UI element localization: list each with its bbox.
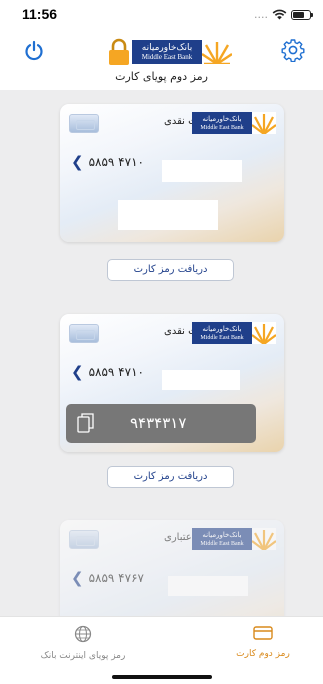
- card-bank-name-en: Middle East Bank: [200, 124, 244, 131]
- card-bank-name-en: Middle East Bank: [200, 334, 244, 341]
- tab-bar: رمز پویای اینترنت بانک رمز دوم کارت: [0, 616, 323, 684]
- card-bank-name-fa: بانک‌خاورمیانه: [202, 324, 242, 333]
- tab-label: رمز پویای اینترنت بانک: [40, 651, 126, 661]
- card-number: ❮ ۵۸۵۹ ۴۷۱۰: [71, 363, 144, 381]
- pin-value: ۹۴۳۴۳۱۷: [130, 414, 187, 432]
- card-bank-logo: بانک‌خاورمیانه Middle East Bank: [192, 322, 276, 344]
- chevron-icon: ❮: [71, 153, 84, 171]
- copy-icon[interactable]: [77, 413, 94, 433]
- card-number-visible: ۵۸۵۹ ۴۷۶۷: [88, 571, 144, 585]
- chevron-icon: ❮: [71, 363, 84, 381]
- tab-internet-bank-otp[interactable]: رمز پویای اینترنت بانک: [18, 625, 148, 661]
- signal-icon: ....: [254, 8, 268, 21]
- get-card-pin-button[interactable]: دریافت رمز کارت: [107, 259, 234, 281]
- card-chip-icon: [69, 324, 99, 343]
- battery-icon: [291, 9, 313, 20]
- sun-logo-icon: [252, 112, 276, 134]
- sun-logo-icon: [252, 322, 276, 344]
- lock-icon: [109, 38, 129, 65]
- sun-logo-icon: [202, 40, 232, 64]
- gear-icon[interactable]: [281, 38, 305, 62]
- masked-number: [168, 576, 248, 596]
- status-icons: ....: [254, 8, 313, 21]
- bank-name-en: Middle East Bank: [141, 52, 193, 61]
- sun-logo-icon: [252, 528, 276, 550]
- power-icon[interactable]: [23, 40, 45, 62]
- bank-logo: بانک‌خاورمیانه Middle East Bank: [132, 40, 232, 64]
- page-title: رمز دوم پویای کارت: [115, 70, 208, 83]
- pin-display: ۹۴۳۴۳۱۷: [66, 404, 256, 443]
- card-bank-name-fa: بانک‌خاورمیانه: [202, 530, 242, 539]
- home-indicator: [112, 675, 212, 679]
- card-icon: [253, 626, 273, 640]
- bank-name-fa: بانک‌خاورمیانه: [141, 42, 193, 53]
- card-chip-icon: [69, 114, 99, 133]
- card-bank-logo: بانک‌خاورمیانه Middle East Bank: [192, 112, 276, 134]
- tab-card-second-pin[interactable]: رمز دوم کارت: [223, 625, 303, 659]
- bank-card: کارت نقدی بانک‌خاورمیانه Middle East Ban…: [60, 104, 284, 242]
- status-bar: 11:56 ....: [0, 0, 323, 30]
- card-number-visible: ۵۸۵۹ ۴۷۱۰: [88, 155, 144, 169]
- bank-card: کارت نقدی بانک‌خاورمیانه Middle East Ban…: [60, 314, 284, 452]
- card-number-visible: ۵۸۵۹ ۴۷۱۰: [88, 365, 144, 379]
- masked-number: [162, 370, 240, 390]
- get-card-pin-button[interactable]: دریافت رمز کارت: [107, 466, 234, 488]
- card-bank-name-fa: بانک‌خاورمیانه: [202, 114, 242, 123]
- card-bank-name-en: Middle East Bank: [200, 540, 244, 547]
- chevron-icon: ❮: [71, 569, 84, 587]
- tab-label: رمز دوم کارت: [236, 649, 290, 659]
- card-number: ❮ ۵۸۵۹ ۴۷۶۷: [71, 569, 144, 587]
- card-list[interactable]: کارت نقدی بانک‌خاورمیانه Middle East Ban…: [0, 90, 323, 616]
- app-logo: بانک‌خاورمیانه Middle East Bank: [108, 38, 232, 66]
- card-chip-icon: [69, 530, 99, 549]
- wifi-icon: [272, 9, 287, 20]
- masked-number: [162, 160, 242, 182]
- status-time: 11:56: [22, 6, 58, 22]
- masked-field: [118, 200, 218, 230]
- bank-card: کارت اعتباری بانک‌خاورمیانه Middle East …: [60, 520, 284, 616]
- card-bank-logo: بانک‌خاورمیانه Middle East Bank: [192, 528, 276, 550]
- globe-icon: [74, 625, 92, 643]
- card-number: ❮ ۵۸۵۹ ۴۷۱۰: [71, 153, 144, 171]
